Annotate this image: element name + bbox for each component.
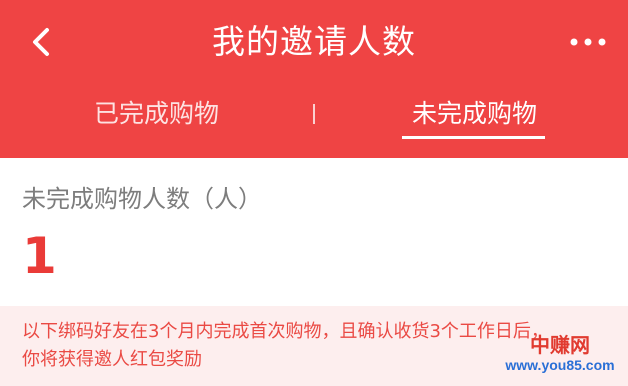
page-title: 我的邀请人数 xyxy=(212,22,416,61)
stat-label: 未完成购物人数（人） xyxy=(22,185,262,213)
stat-value: 1 xyxy=(22,227,57,285)
watermark-url: www.you85.com xyxy=(505,357,615,373)
more-button[interactable] xyxy=(566,28,610,56)
watermark: 中赚网 www.you85.com xyxy=(504,334,616,378)
header-bar: 我的邀请人数 已完成购物 未完成购物 xyxy=(0,0,628,158)
tab-divider xyxy=(313,104,315,124)
more-dots-icon xyxy=(570,38,606,46)
tab-uncompleted[interactable]: 未完成购物 xyxy=(412,96,537,132)
watermark-name: 中赚网 xyxy=(530,333,590,357)
tab-active-indicator xyxy=(402,136,545,139)
tab-completed[interactable]: 已完成购物 xyxy=(94,96,219,132)
